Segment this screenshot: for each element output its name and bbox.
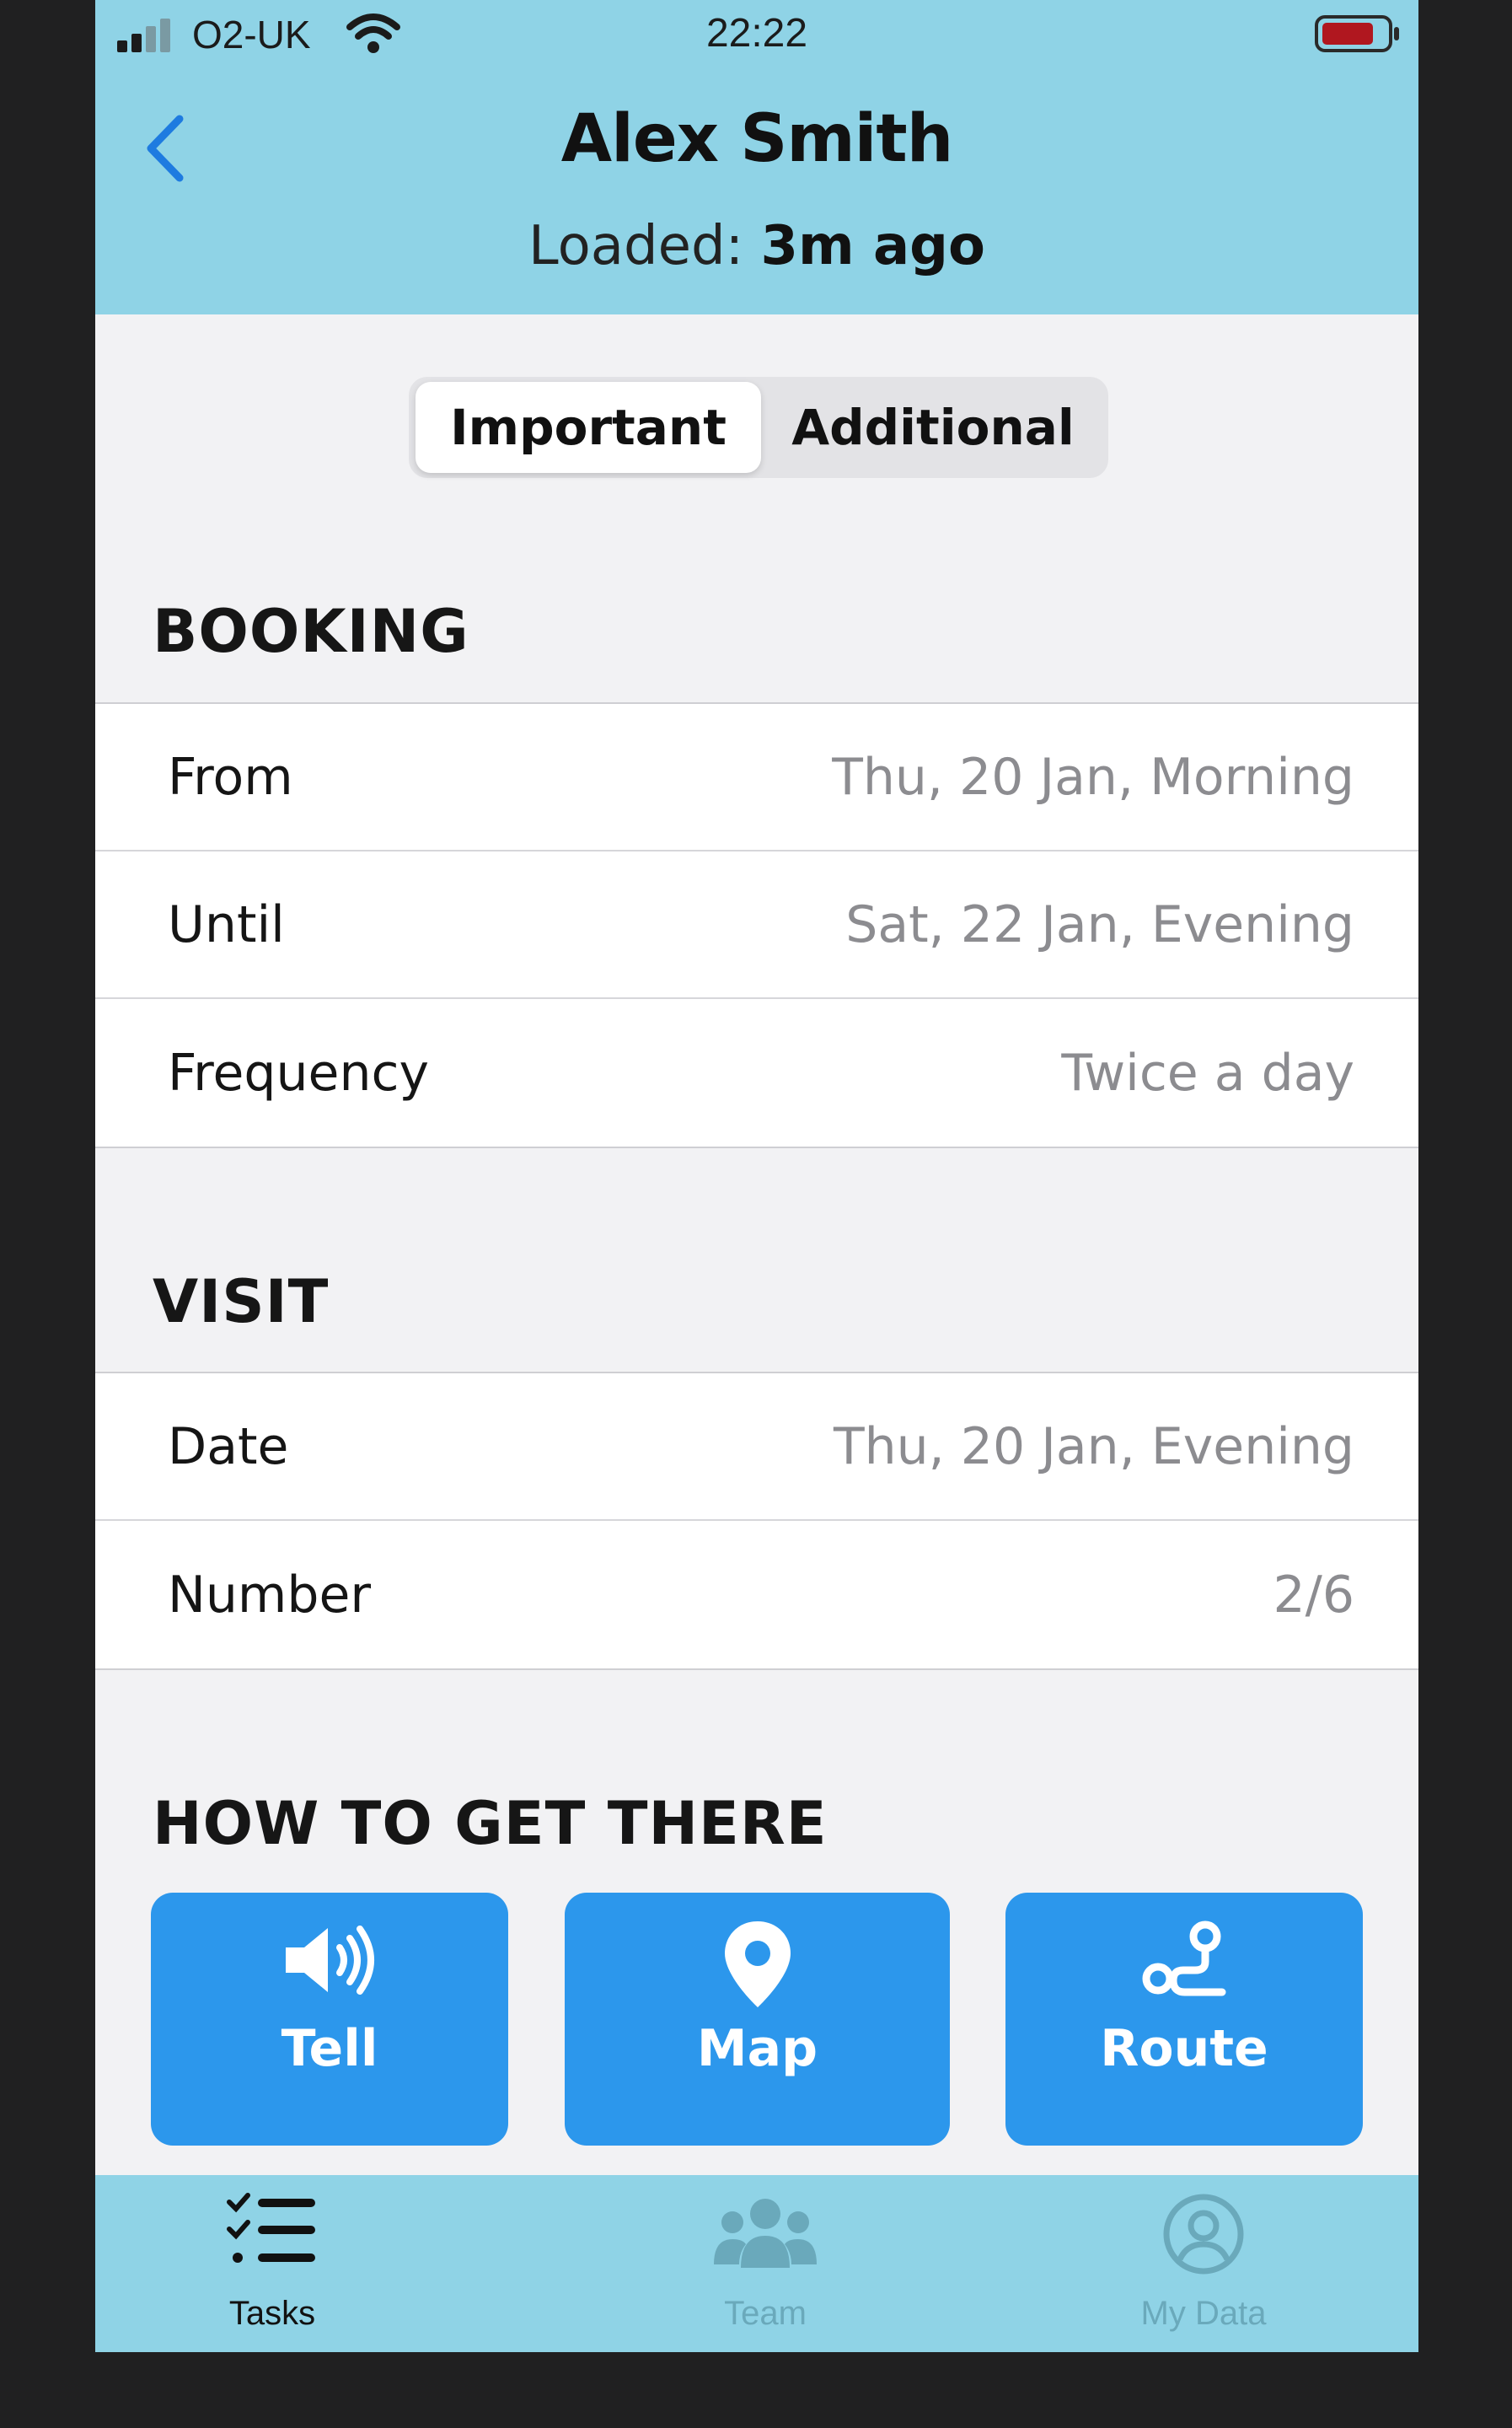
tab-additional[interactable]: Additional (763, 382, 1103, 473)
booking-row-until: Until Sat, 22 Jan, Evening (95, 851, 1418, 999)
row-label: Date (168, 1416, 289, 1476)
tell-button[interactable]: Tell (151, 1893, 508, 2146)
row-value: Sat, 22 Jan, Evening (845, 894, 1354, 954)
row-label: From (168, 747, 293, 807)
route-button[interactable]: Route (1005, 1893, 1363, 2146)
app-screen: O2-UK 22:22 Alex Smith Loaded: 3m ago Im… (95, 0, 1418, 2352)
tab-bar: Tasks Team My Data (95, 2175, 1418, 2352)
visit-group: Date Thu, 20 Jan, Evening Number 2/6 (95, 1372, 1418, 1670)
tab-tasks-label: Tasks (228, 2295, 316, 2332)
tab-my-data[interactable]: My Data (1027, 2175, 1381, 2352)
route-button-label: Route (1100, 2019, 1268, 2078)
booking-section-header: BOOKING (153, 597, 469, 666)
status-time: 22:22 (705, 11, 808, 56)
tab-team[interactable]: Team (588, 2175, 942, 2352)
row-value: Twice a day (1061, 1043, 1354, 1103)
status-bar: O2-UK 22:22 (95, 0, 1418, 67)
row-label: Frequency (168, 1043, 429, 1103)
booking-row-frequency: Frequency Twice a day (95, 999, 1418, 1147)
row-value: Thu, 20 Jan, Evening (833, 1416, 1354, 1476)
booking-group: From Thu, 20 Jan, Morning Until Sat, 22 … (95, 702, 1418, 1148)
loaded-label: Loaded: (528, 215, 744, 277)
loaded-value: 3m ago (760, 215, 985, 277)
tab-tasks[interactable]: Tasks (95, 2175, 449, 2352)
user-circle-icon (1163, 2194, 1244, 2275)
tab-important[interactable]: Important (416, 382, 761, 473)
header: O2-UK 22:22 Alex Smith Loaded: 3m ago (95, 0, 1418, 314)
row-label: Until (168, 894, 285, 954)
tab-my-data-label: My Data (1140, 2295, 1267, 2332)
tell-button-label: Tell (281, 2019, 378, 2078)
segmented-control: Important Additional (409, 377, 1108, 478)
visit-row-number: Number 2/6 (95, 1521, 1418, 1668)
tab-team-label: Team (724, 2295, 807, 2332)
map-button-label: Map (696, 2019, 818, 2078)
visit-section-header: VISIT (153, 1267, 330, 1336)
booking-row-from: From Thu, 20 Jan, Morning (95, 704, 1418, 851)
route-icon (1142, 1920, 1226, 1996)
team-icon (714, 2199, 817, 2268)
map-button[interactable]: Map (565, 1893, 950, 2146)
speaker-icon (286, 1926, 374, 1995)
tasks-list-icon (227, 2193, 315, 2263)
row-value: 2/6 (1273, 1565, 1354, 1625)
loaded-status: Loaded: 3m ago (95, 215, 1418, 277)
map-pin-icon (724, 1921, 791, 2007)
visit-row-date: Date Thu, 20 Jan, Evening (95, 1373, 1418, 1521)
page-title: Alex Smith (560, 101, 953, 177)
directions-section-header: HOW TO GET THERE (153, 1789, 828, 1858)
row-value: Thu, 20 Jan, Morning (832, 747, 1354, 807)
battery-icon (1315, 15, 1399, 52)
row-label: Number (168, 1565, 372, 1625)
